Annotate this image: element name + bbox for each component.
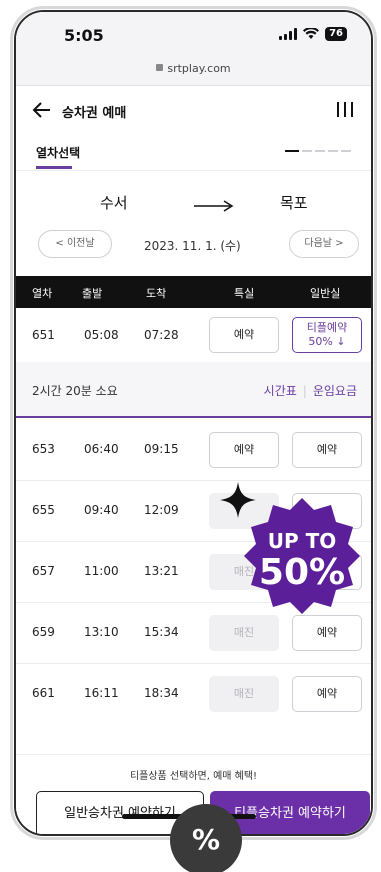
divider [16,170,371,171]
signal-icon [279,28,298,40]
fare-link[interactable]: 운임요금 [313,384,357,398]
departure-time: 05:08 [84,328,119,342]
arrival-time: 09:15 [144,442,179,456]
duration-bar: 2시간 20분 소요 시간표 | 운임요금 [16,362,371,418]
next-day-button[interactable]: 다음날 > [289,230,359,258]
train-number: 651 [32,328,55,342]
back-arrow-icon[interactable] [32,100,52,120]
status-bar: 5:05 76 [16,12,371,58]
percent-icon: % [170,804,242,872]
promo-badge: UP TO 50% [239,496,365,622]
step-indicator [285,150,351,152]
col-train: 열차 [32,287,53,300]
col-general: 일반실 [310,287,341,300]
arrival-time: 15:34 [144,625,179,639]
general-reserve-button[interactable]: 예약 [292,676,362,712]
promo-text: 티플상품 선택하면, 예매 혜택! [129,771,258,782]
departure-time: 11:00 [84,564,119,578]
train-number: 659 [32,625,55,639]
battery-icon: 76 [325,27,347,41]
special-reserve-button[interactable]: 예약 [209,317,279,353]
col-arrival: 도착 [146,287,167,300]
step-underline [36,166,72,169]
train-number: 655 [32,503,55,517]
status-time: 5:05 [64,26,104,45]
departure-time: 13:10 [84,625,119,639]
badge-shape: UP TO 50% [244,498,360,614]
menu-icon[interactable] [337,102,353,117]
tpl-discount: 50% ↓ [308,335,346,348]
wifi-icon [303,28,320,39]
duration-text: 2시간 20분 소요 [32,384,118,398]
duration-links: 시간표 | 운임요금 [263,384,357,398]
url-bar[interactable]: srtplay.com [16,58,371,86]
table-row: 653 06:40 09:15 예약 예약 [16,420,371,480]
page-title: 승차권 예매 [62,106,127,121]
departure-time: 09:40 [84,503,119,517]
tpl-reserve-button[interactable]: 티플예약 50% ↓ [292,317,362,353]
status-icons: 76 [279,27,347,41]
arrival-time: 13:21 [144,564,179,578]
arrival-time: 12:09 [144,503,179,517]
arrival-time: 07:28 [144,328,179,342]
departure-time: 06:40 [84,442,119,456]
url-text: srtplay.com [167,62,231,75]
timetable-link[interactable]: 시간표 [264,384,297,398]
general-reserve-button[interactable]: 예약 [292,432,362,468]
arrival-time: 18:34 [144,686,179,700]
phone-frame: 5:05 76 srtplay.com 승차권 예매 열차선택 수서 목포 < … [14,10,373,836]
col-departure: 출발 [82,287,103,300]
tpl-label: 티플예약 [306,321,348,334]
table-header: 열차 출발 도착 특실 일반실 [16,276,371,308]
col-special: 특실 [234,287,255,300]
special-reserve-button[interactable]: 예약 [209,432,279,468]
train-number: 657 [32,564,55,578]
route-arrival: 목포 [280,194,308,212]
sold-out-badge: 매진 [209,676,279,712]
route-departure: 수서 [100,194,128,212]
lock-icon [156,64,164,71]
prev-day-button[interactable]: < 이전날 [38,230,112,258]
table-row: 661 16:11 18:34 매진 예약 [16,664,371,724]
app-header: 승차권 예매 [16,86,371,138]
table-row: 651 05:08 07:28 예약 티플예약 50% ↓ [16,308,371,362]
step-tab-train-select: 열차선택 [36,146,81,160]
route-arrow-icon [194,200,234,212]
train-number: 661 [32,686,55,700]
badge-line1: UP TO [268,529,337,553]
selected-date: 2023. 11. 1. (수) [144,239,241,253]
departure-time: 16:11 [84,686,119,700]
screen: 5:05 76 srtplay.com 승차권 예매 열차선택 수서 목포 < … [16,12,371,834]
train-number: 653 [32,442,55,456]
badge-line2: 50% [259,552,345,593]
